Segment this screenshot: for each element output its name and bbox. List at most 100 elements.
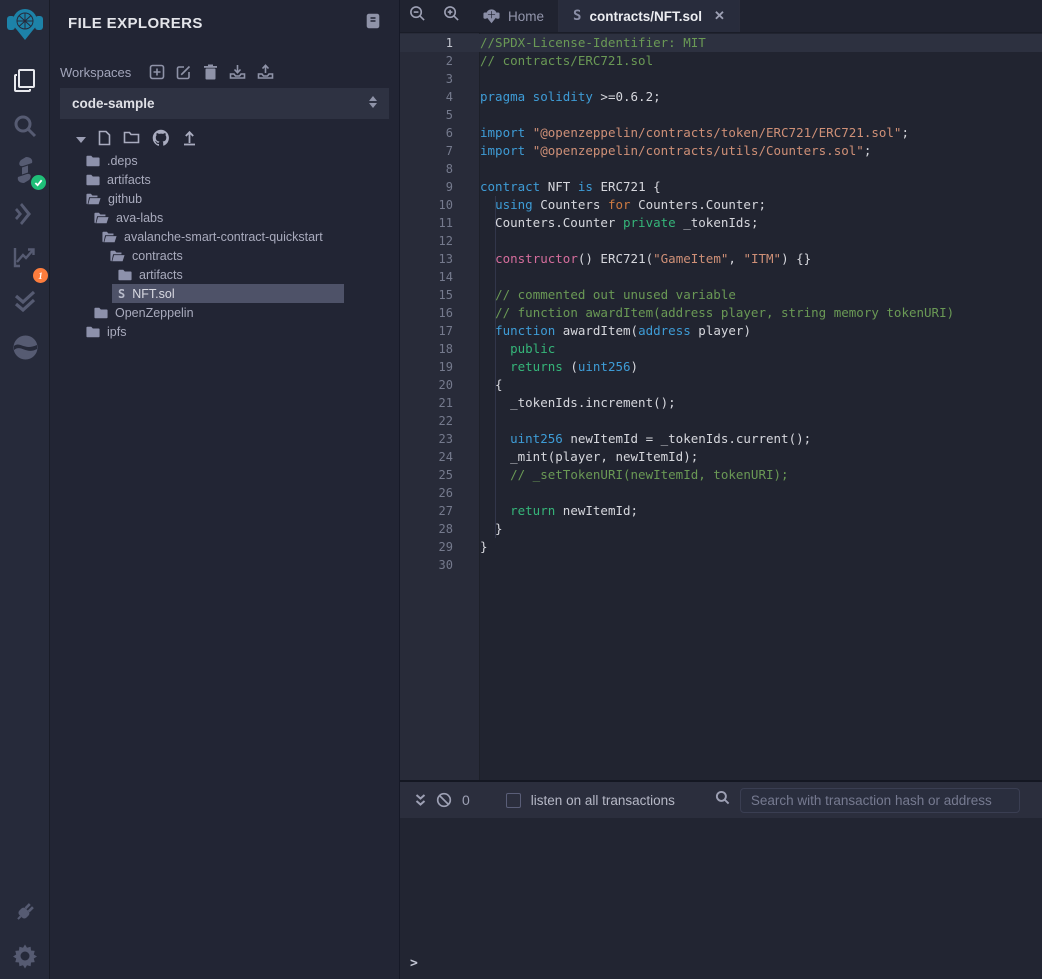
code-line[interactable]: 30	[400, 556, 1042, 574]
collapse-tree-icon[interactable]	[76, 137, 86, 143]
remix-ide-window: 1	[0, 0, 1042, 979]
delete-workspace-icon[interactable]	[203, 64, 218, 80]
tree-item-avalanche-smart-contract-quickstart[interactable]: avalanche-smart-contract-quickstart	[50, 227, 399, 246]
code-line-text: // _setTokenURI(newItemId, tokenURI);	[480, 466, 789, 484]
code-line[interactable]: 17 function awardItem(address player)	[400, 322, 1042, 340]
remix-logo-icon[interactable]	[0, 8, 50, 42]
code-line[interactable]: 4pragma solidity >=0.6.2;	[400, 88, 1042, 106]
workspace-select[interactable]: code-sample	[60, 88, 389, 119]
tree-item-artifacts[interactable]: artifacts	[50, 265, 399, 284]
solidity-compiler-icon[interactable]	[0, 153, 50, 187]
new-file-icon[interactable]	[98, 130, 111, 151]
code-line-text: import "@openzeppelin/contracts/utils/Co…	[480, 142, 871, 160]
icon-sidebar: 1	[0, 0, 50, 979]
code-line[interactable]: 7import "@openzeppelin/contracts/utils/C…	[400, 142, 1042, 160]
tree-item-openzeppelin[interactable]: OpenZeppelin	[50, 303, 399, 322]
upload-file-icon[interactable]	[182, 130, 197, 151]
code-line[interactable]: 3	[400, 70, 1042, 88]
new-folder-icon[interactable]	[123, 130, 140, 150]
tree-item-github[interactable]: github	[50, 189, 399, 208]
code-line[interactable]: 23 uint256 newItemId = _tokenIds.current…	[400, 430, 1042, 448]
code-line-text: Counters.Counter private _tokenIds;	[480, 214, 758, 232]
unit-testing-icon[interactable]	[0, 284, 50, 318]
tree-item-nft-sol[interactable]: S NFT.sol	[50, 284, 399, 303]
code-line[interactable]: 11 Counters.Counter private _tokenIds;	[400, 214, 1042, 232]
pending-tx-count: 0	[462, 792, 470, 808]
code-line[interactable]: 24 _mint(player, newItemId);	[400, 448, 1042, 466]
line-number: 9	[400, 178, 480, 196]
code-line[interactable]: 14	[400, 268, 1042, 286]
zoom-out-icon[interactable]	[409, 5, 426, 27]
code-line[interactable]: 2// contracts/ERC721.sol	[400, 52, 1042, 70]
code-line[interactable]: 28 }	[400, 520, 1042, 538]
code-line[interactable]: 15 // commented out unused variable	[400, 286, 1042, 304]
changelog-book-icon[interactable]	[365, 13, 381, 34]
settings-gear-icon[interactable]	[0, 939, 50, 973]
code-line[interactable]: 13 constructor() ERC721("GameItem", "ITM…	[400, 250, 1042, 268]
plugin-manager-icon[interactable]	[0, 895, 50, 929]
remix-home-icon	[483, 8, 500, 25]
tab-home[interactable]: Home	[469, 0, 559, 32]
line-number: 18	[400, 340, 480, 358]
tree-item--deps[interactable]: .deps	[50, 151, 399, 170]
line-number: 1	[400, 34, 480, 52]
tree-item-contracts[interactable]: contracts	[50, 246, 399, 265]
code-line[interactable]: 12	[400, 232, 1042, 250]
clear-console-icon[interactable]	[432, 792, 456, 808]
line-number: 7	[400, 142, 480, 160]
solidity-file-icon: S	[118, 287, 125, 301]
folder-closed-icon	[86, 174, 100, 186]
tree-item-ava-labs[interactable]: ava-labs	[50, 208, 399, 227]
code-line[interactable]: 19 returns (uint256)	[400, 358, 1042, 376]
workspaces-label: Workspaces	[60, 65, 131, 80]
tree-item-artifacts[interactable]: artifacts	[50, 170, 399, 189]
panel-title: FILE EXPLORERS	[68, 15, 203, 32]
terminal-search-input[interactable]	[740, 788, 1020, 813]
code-line-text: uint256 newItemId = _tokenIds.current();	[480, 430, 811, 448]
code-line-text: function awardItem(address player)	[480, 322, 751, 340]
expand-terminal-icon[interactable]	[408, 793, 432, 807]
download-workspaces-icon[interactable]	[229, 64, 246, 80]
line-number: 13	[400, 250, 480, 268]
folder-closed-icon	[118, 269, 132, 281]
create-workspace-icon[interactable]	[149, 64, 165, 80]
tree-item-label: NFT.sol	[132, 287, 174, 301]
restore-workspaces-icon[interactable]	[257, 64, 274, 80]
code-line[interactable]: 20 {	[400, 376, 1042, 394]
deploy-and-run-icon[interactable]	[0, 198, 50, 232]
code-line[interactable]: 29}	[400, 538, 1042, 556]
terminal-output[interactable]: >	[400, 818, 1042, 979]
editor-tabbar: Home S contracts/NFT.sol ✕	[400, 0, 1042, 33]
publish-to-github-icon[interactable]	[152, 129, 170, 151]
code-line[interactable]: 27 return newItemId;	[400, 502, 1042, 520]
static-analysis-icon[interactable]: 1	[0, 240, 50, 274]
tree-item-ipfs[interactable]: ipfs	[50, 322, 399, 341]
code-line[interactable]: 21 _tokenIds.increment();	[400, 394, 1042, 412]
code-line[interactable]: 1//SPDX-License-Identifier: MIT	[400, 34, 1042, 52]
search-icon[interactable]	[0, 109, 50, 143]
code-line[interactable]: 22	[400, 412, 1042, 430]
listen-transactions-checkbox[interactable]	[506, 793, 521, 808]
file-explorers-icon[interactable]	[0, 64, 50, 98]
tree-item-label: artifacts	[139, 268, 183, 282]
tab-contracts-nft-sol[interactable]: S contracts/NFT.sol ✕	[559, 0, 740, 32]
zoom-in-icon[interactable]	[443, 5, 460, 27]
code-line[interactable]: 5	[400, 106, 1042, 124]
rename-workspace-icon[interactable]	[176, 64, 192, 80]
code-line-text: _tokenIds.increment();	[480, 394, 676, 412]
code-line[interactable]: 18 public	[400, 340, 1042, 358]
code-line[interactable]: 9contract NFT is ERC721 {	[400, 178, 1042, 196]
code-line[interactable]: 25 // _setTokenURI(newItemId, tokenURI);	[400, 466, 1042, 484]
listen-transactions-label: listen on all transactions	[531, 793, 675, 808]
line-number: 28	[400, 520, 480, 538]
tree-item-label: ipfs	[107, 325, 126, 339]
code-line[interactable]: 6import "@openzeppelin/contracts/token/E…	[400, 124, 1042, 142]
close-tab-icon[interactable]: ✕	[714, 8, 725, 24]
code-line[interactable]: 16 // function awardItem(address player,…	[400, 304, 1042, 322]
code-editor[interactable]: 1//SPDX-License-Identifier: MIT2// contr…	[400, 33, 1042, 780]
code-line[interactable]: 10 using Counters for Counters.Counter;	[400, 196, 1042, 214]
sourcify-icon[interactable]	[0, 330, 50, 364]
code-line[interactable]: 8	[400, 160, 1042, 178]
folder-closed-icon	[86, 155, 100, 167]
code-line[interactable]: 26	[400, 484, 1042, 502]
